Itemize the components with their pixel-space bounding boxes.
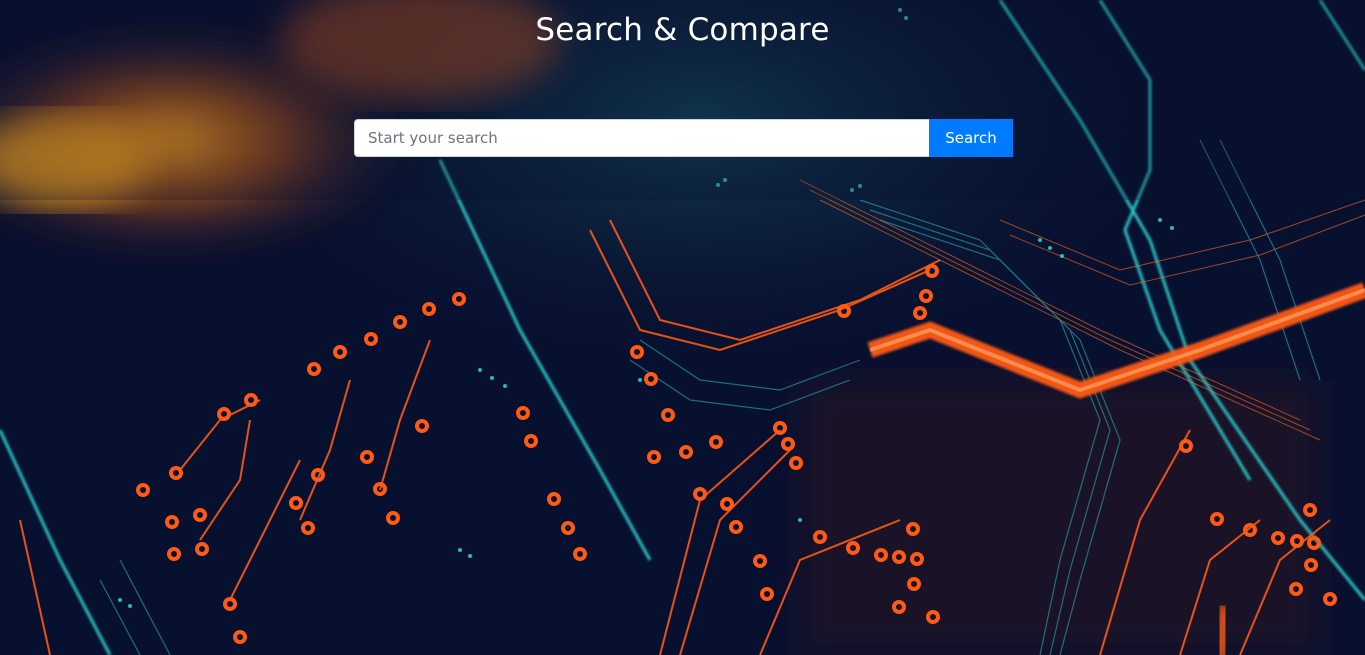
hero-content: Search & Compare Search [0,0,1365,655]
search-input[interactable] [354,119,929,157]
search-form: Search [354,119,1013,157]
hero-section: Search & Compare Search [0,0,1365,655]
search-button[interactable]: Search [929,119,1013,157]
page-title: Search & Compare [535,12,830,48]
